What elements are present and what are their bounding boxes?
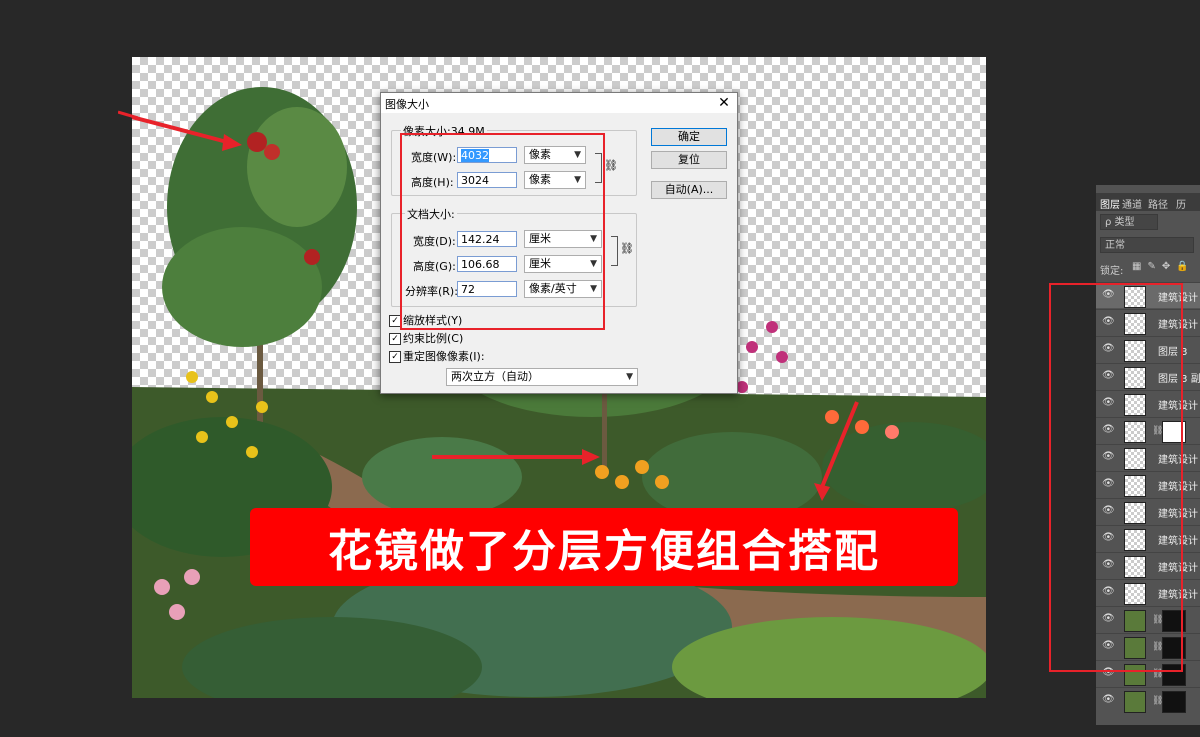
link-bracket [611,236,618,266]
dialog-titlebar[interactable]: 图像大小 ✕ [381,93,737,113]
lock-label: 锁定: [1100,266,1124,277]
checkbox-check-icon: ✓ [389,333,401,345]
layer-thumbnail [1124,691,1146,713]
chain-link-icon: ⛓ [620,242,634,255]
resample-image-checkbox[interactable]: ✓ 重定图像像素(I): [389,348,485,364]
resample-method-select[interactable]: 两次立方（自动） ▼ [446,368,638,386]
blend-mode-select[interactable]: 正常 [1100,237,1194,253]
chevron-down-icon: ▼ [626,372,633,382]
annotation-highlight-box [400,133,605,330]
eye-icon[interactable]: 👁 [1102,694,1115,705]
tab-layers[interactable]: 图层 [1100,196,1120,211]
close-icon[interactable]: ✕ [715,93,733,113]
layer-filter-select[interactable]: ρ 类型 [1100,214,1158,230]
tab-history[interactable]: 历 [1176,196,1186,211]
layer-mask-thumbnail[interactable] [1162,691,1186,713]
caption-text: 花镜做了分层方便组合搭配 [328,526,880,577]
caption-banner: 花镜做了分层方便组合搭配 [250,508,958,586]
annotation-highlight-box [1049,283,1183,672]
layer-row[interactable]: 👁 ⛓ [1096,687,1200,713]
dialog-title: 图像大小 [385,98,429,111]
lock-icons[interactable]: ▦✎✥🔒 [1132,261,1195,272]
annotation-arrow [118,110,138,120]
panel-tabs: 图层 通道 路径 历 [1096,193,1200,211]
checkbox-check-icon: ✓ [389,351,401,363]
auto-button[interactable]: 自动(A)... [651,181,727,199]
tab-channels[interactable]: 通道 [1122,196,1142,211]
ok-button[interactable]: 确定 [651,128,727,146]
constrain-proportions-checkbox[interactable]: ✓ 约束比例(C) [389,330,463,346]
chain-link-icon: ⛓ [604,159,618,172]
tab-paths[interactable]: 路径 [1148,196,1168,211]
reset-button[interactable]: 复位 [651,151,727,169]
